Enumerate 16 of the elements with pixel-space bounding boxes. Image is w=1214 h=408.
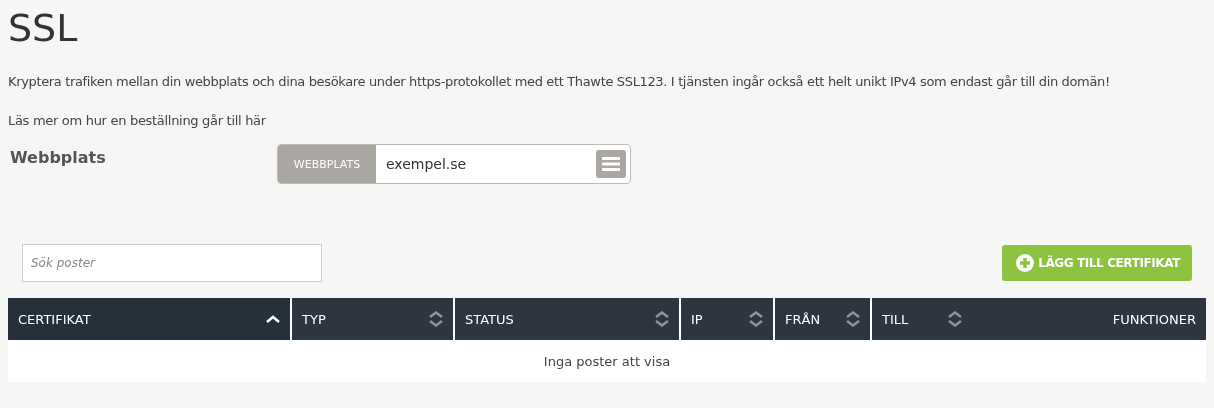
search-field[interactable]: Sök poster [22, 244, 322, 282]
column-header[interactable]: TILL [872, 298, 972, 340]
column-header[interactable]: CERTIFIKAT [8, 298, 292, 340]
plus-icon [1016, 254, 1035, 272]
column-header[interactable]: FRÅN [775, 298, 872, 340]
intro-text: Kryptera trafiken mellan din webbplats och dina besökare under https-protokollet med ett Thawte SSL123. I tjänsten ingår också ett helt unikt IPv4 som endast går till din domän! [8, 74, 1111, 89]
column-header[interactable]: FUNKTIONER [972, 298, 1206, 340]
field-label: Webbplats [9, 147, 107, 167]
empty-message: Inga poster att visa [542, 353, 672, 371]
column-header[interactable]: IP [681, 298, 775, 340]
site-select[interactable]: WEBBPLATS exempel.se [277, 144, 631, 184]
column-header[interactable]: TYP [292, 298, 455, 340]
page-title: SSL [8, 5, 79, 50]
read-more-text: Läs mer om hur en beställning går till här [8, 113, 267, 128]
column-header[interactable]: STATUS [455, 298, 681, 340]
menu-icon[interactable] [596, 150, 626, 178]
